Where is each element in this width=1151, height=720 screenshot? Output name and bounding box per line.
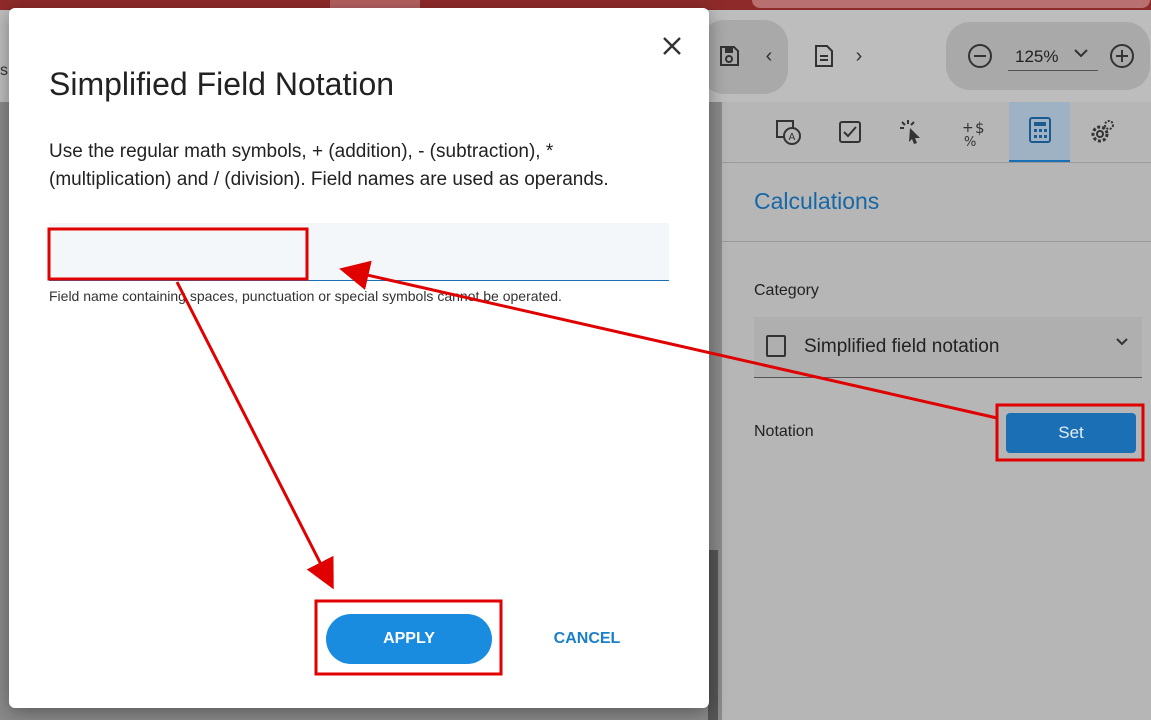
section-divider (722, 241, 1151, 242)
chevron-left-icon[interactable]: ‹ (760, 44, 778, 68)
tab-checkbox-icon[interactable] (830, 118, 870, 148)
chevron-down-icon[interactable] (1072, 44, 1090, 68)
save-icon[interactable] (717, 44, 741, 74)
zoom-out-icon[interactable] (966, 42, 994, 76)
zoom-in-icon[interactable] (1108, 42, 1136, 76)
svg-text:%: % (964, 135, 976, 148)
svg-text:+: + (962, 120, 974, 136)
zoom-level[interactable]: 125% (1015, 47, 1058, 67)
notation-hint: Field name containing spaces, punctuatio… (49, 288, 562, 304)
close-icon[interactable] (659, 33, 685, 59)
toolbar-search-strip (752, 0, 1150, 8)
notation-doc-icon (766, 335, 786, 357)
tab-settings-gear-icon[interactable] (1082, 118, 1122, 148)
tab-calculate-icon[interactable] (1009, 102, 1070, 163)
calculations-title: Calculations (754, 188, 880, 214)
tab-action-click-icon[interactable] (892, 118, 932, 148)
tab-format-icon[interactable]: + $% (956, 118, 996, 150)
category-select[interactable]: Simplified field notation (754, 317, 1142, 378)
svg-text:A: A (789, 132, 796, 143)
toolbar-left-text: s (0, 62, 8, 79)
set-button[interactable]: Set (1006, 413, 1136, 453)
dialog-title: Simplified Field Notation (49, 66, 395, 102)
notation-input[interactable] (49, 223, 669, 281)
chevron-down-icon (1114, 333, 1130, 354)
category-label: Category (754, 282, 819, 299)
svg-text:$: $ (975, 119, 985, 137)
document-icon[interactable] (812, 44, 836, 74)
panel-tabs-divider (722, 162, 1151, 163)
simplified-field-notation-dialog: Simplified Field Notation Use the regula… (9, 8, 709, 708)
chevron-right-icon[interactable]: › (850, 44, 868, 68)
dialog-description: Use the regular math symbols, + (additio… (49, 141, 609, 190)
apply-button[interactable]: APPLY (326, 614, 492, 664)
zoom-underline (1008, 70, 1098, 71)
category-value: Simplified field notation (804, 336, 1000, 357)
notation-label: Notation (754, 423, 814, 440)
cancel-button[interactable]: CANCEL (529, 614, 645, 664)
tab-text-field-icon[interactable]: A (768, 118, 808, 148)
doc-scrollbar[interactable] (708, 550, 718, 720)
panel-tabs: A + $% (722, 102, 1151, 163)
